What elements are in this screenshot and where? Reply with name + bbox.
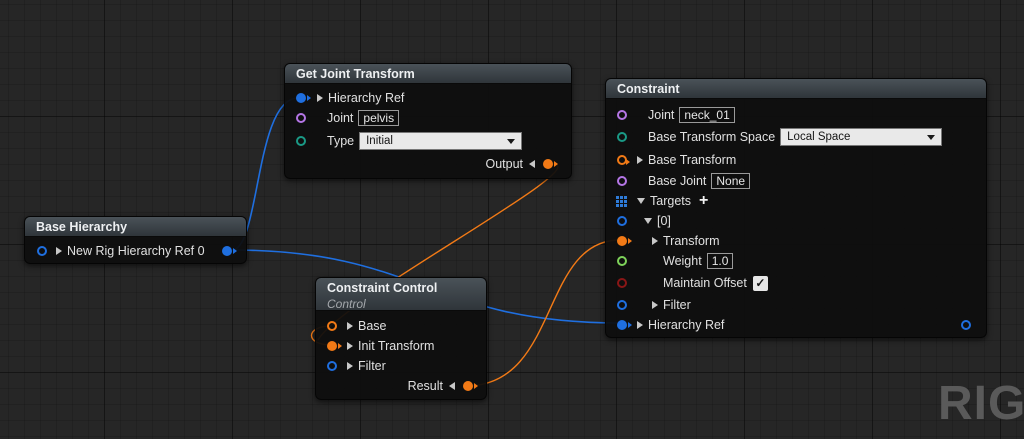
new-rig-hierarchy-label: New Rig Hierarchy Ref 0	[67, 244, 205, 258]
base-hierarchy-node[interactable]: Base Hierarchy New Rig Hierarchy Ref 0	[24, 216, 247, 264]
collapse-arrow-icon[interactable]	[529, 160, 535, 168]
base-hierarchy-title: Base Hierarchy	[25, 217, 246, 237]
filter-pin[interactable]	[327, 361, 337, 371]
hierarchy-ref-label: Hierarchy Ref	[648, 318, 725, 332]
hierarchy-out-pin[interactable]	[222, 246, 237, 256]
joint-name-pin[interactable]	[296, 113, 306, 123]
base-space-enum-pin[interactable]	[617, 132, 627, 142]
base-transform-pin[interactable]	[617, 155, 630, 165]
joint-label: Joint	[648, 108, 675, 122]
rig-watermark: RIG	[938, 377, 1024, 430]
hierarchy-ref-in-pin[interactable]	[617, 320, 632, 330]
output-label: Output	[485, 157, 523, 171]
filter-pin[interactable]	[617, 300, 627, 310]
get-joint-transform-node[interactable]: Get Joint Transform Hierarchy Ref Joint …	[284, 63, 572, 179]
expand-arrow-icon[interactable]	[347, 342, 353, 350]
constraint-node[interactable]: Constraint Joint neck_01 Base Transform …	[605, 78, 987, 338]
maintain-offset-bool-pin[interactable]	[617, 278, 627, 288]
expand-arrow-icon[interactable]	[652, 237, 658, 245]
target-element-pin[interactable]	[617, 216, 627, 226]
base-transform-space-label: Base Transform Space	[648, 130, 776, 144]
init-transform-label: Init Transform	[358, 339, 435, 353]
hierarchy-ref-pin[interactable]	[296, 93, 311, 103]
collapse-arrow-icon[interactable]	[637, 198, 645, 204]
target-index-label: [0]	[657, 214, 671, 228]
chevron-down-icon	[927, 134, 936, 140]
target-transform-label: Transform	[663, 234, 720, 248]
result-transform-pin[interactable]	[463, 381, 478, 391]
wire-result-to-transform	[465, 239, 621, 387]
base-transform-pin[interactable]	[327, 321, 337, 331]
get-joint-transform-title: Get Joint Transform	[285, 64, 571, 84]
expand-arrow-icon[interactable]	[56, 247, 62, 255]
expand-arrow-icon[interactable]	[347, 322, 353, 330]
base-transform-space-value: Local Space	[787, 131, 851, 143]
joint-name-pin[interactable]	[617, 110, 627, 120]
constraint-control-header: Constraint Control Control	[316, 278, 486, 311]
joint-name-field[interactable]: neck_01	[679, 107, 735, 123]
output-row: Output	[485, 155, 571, 173]
targets-label: Targets	[650, 194, 691, 208]
result-label: Result	[407, 379, 443, 393]
joint-label: Joint	[327, 111, 354, 125]
hierarchy-ref-label: Hierarchy Ref	[328, 91, 405, 105]
type-label: Type	[327, 134, 355, 148]
weight-field[interactable]: 1.0	[706, 253, 734, 269]
expand-arrow-icon[interactable]	[652, 301, 658, 309]
type-enum-pin[interactable]	[296, 136, 306, 146]
constraint-control-subtitle: Control	[327, 297, 366, 311]
constraint-title: Constraint	[606, 79, 986, 99]
base-joint-label: Base Joint	[648, 174, 707, 188]
base-joint-field[interactable]: None	[711, 173, 751, 189]
type-dropdown-value: Initial	[366, 135, 393, 147]
collapse-arrow-icon[interactable]	[449, 382, 455, 390]
filter-label: Filter	[663, 298, 691, 312]
expand-arrow-icon[interactable]	[317, 94, 323, 102]
filter-label: Filter	[358, 359, 386, 373]
base-joint-pin[interactable]	[617, 176, 627, 186]
expand-arrow-icon[interactable]	[347, 362, 353, 370]
constraint-control-title: Constraint Control	[327, 281, 438, 295]
joint-name-field[interactable]: pelvis	[358, 110, 400, 126]
weight-float-pin[interactable]	[617, 256, 627, 266]
collapse-arrow-icon[interactable]	[644, 218, 652, 224]
weight-label: Weight	[663, 254, 702, 268]
array-grid-icon[interactable]	[616, 196, 627, 207]
base-transform-space-dropdown[interactable]: Local Space	[780, 128, 943, 146]
type-dropdown[interactable]: Initial	[359, 132, 523, 150]
hierarchy-ref-out-pin[interactable]	[961, 320, 971, 330]
maintain-offset-checkbox[interactable]: ✓	[752, 275, 768, 291]
maintain-offset-label: Maintain Offset	[663, 276, 747, 290]
base-label: Base	[358, 319, 387, 333]
chevron-down-icon	[507, 138, 516, 144]
constraint-control-node[interactable]: Constraint Control Control Base Init Tra…	[315, 277, 487, 400]
add-target-icon[interactable]: +	[699, 192, 708, 210]
expand-arrow-icon[interactable]	[637, 321, 643, 329]
result-row: Result	[408, 377, 486, 395]
expand-arrow-icon[interactable]	[637, 156, 643, 164]
hierarchy-ref-row: Hierarchy Ref	[606, 316, 986, 334]
hierarchy-in-pin[interactable]	[37, 246, 47, 256]
output-transform-pin[interactable]	[543, 159, 558, 169]
base-transform-label: Base Transform	[648, 153, 737, 167]
init-transform-pin[interactable]	[327, 341, 342, 351]
target-transform-pin[interactable]	[617, 236, 632, 246]
